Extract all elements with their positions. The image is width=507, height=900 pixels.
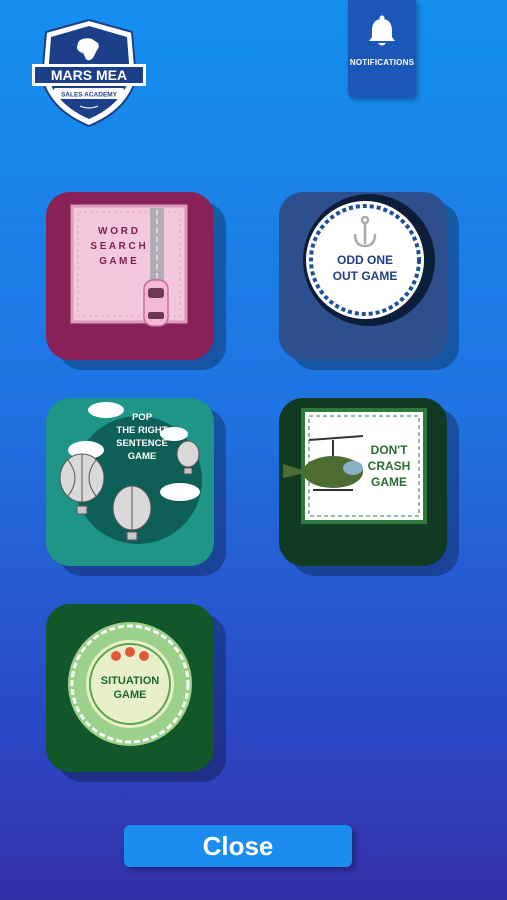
notifications-button[interactable]: NOTIFICATIONS — [348, 0, 416, 98]
odd-one-out-game-tile[interactable]: ODD ONE OUT GAME — [279, 192, 447, 360]
pop-line-1: POP — [132, 412, 153, 423]
word-search-game-tile[interactable]: W O R D S E A R C H G A M E — [46, 192, 214, 360]
situation-line-1: SITUATION — [101, 675, 160, 687]
pop-line-2: THE RIGHT — [116, 425, 167, 436]
dont-crash-game-tile[interactable]: DON'T CRASH GAME — [279, 398, 447, 566]
odd-one-out-line-1: ODD ONE — [337, 253, 393, 267]
situation-game-tile[interactable]: SITUATION GAME — [46, 604, 214, 772]
logo-subtitle: SALES ACADEMY — [61, 92, 118, 99]
dont-crash-line-1: DON'T — [371, 443, 409, 457]
pop-the-right-sentence-game-tile[interactable]: POP THE RIGHT SENTENCE GAME — [46, 398, 214, 566]
situation-line-2: GAME — [114, 689, 147, 701]
bell-icon — [369, 15, 395, 46]
notifications-label: NOTIFICATIONS — [349, 58, 415, 67]
pop-line-4: GAME — [128, 451, 157, 462]
pop-line-3: SENTENCE — [116, 438, 168, 449]
close-button[interactable]: Close — [124, 825, 352, 867]
dont-crash-line-2: CRASH — [368, 459, 411, 473]
word-search-line-2: S E A R C H — [90, 241, 145, 252]
car-icon — [143, 279, 169, 327]
odd-one-out-line-2: OUT GAME — [333, 269, 398, 283]
mars-mea-logo: MARS MEA SALES ACADEMY — [28, 18, 150, 128]
word-search-line-1: W O R D — [98, 226, 138, 237]
word-search-line-3: G A M E — [99, 256, 137, 267]
logo-name: MARS MEA — [51, 67, 127, 83]
dont-crash-line-3: GAME — [371, 475, 407, 489]
